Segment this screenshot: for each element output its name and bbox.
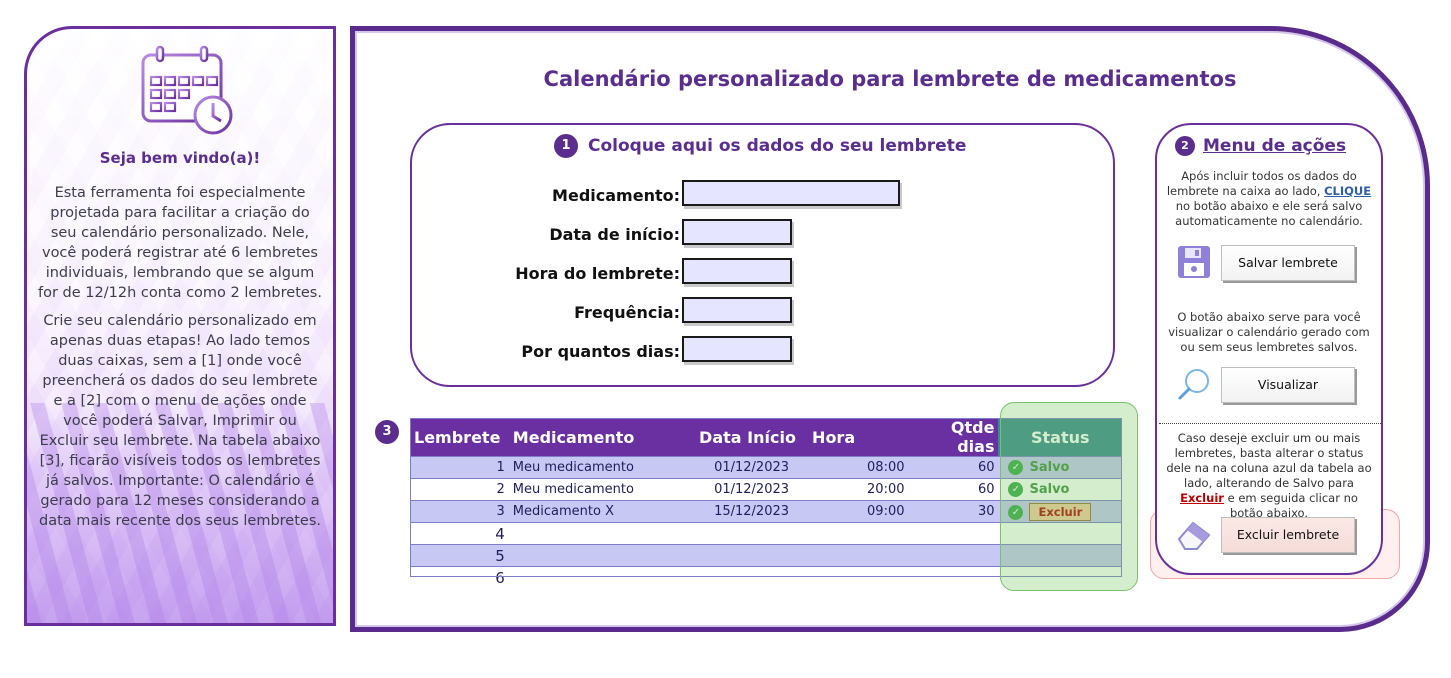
cell-medicamento: Meu medicamento bbox=[508, 456, 696, 479]
check-icon: ✓ bbox=[1008, 504, 1024, 520]
row-number: 4 bbox=[410, 522, 509, 545]
frequencia-input[interactable] bbox=[682, 297, 792, 323]
main-frame: Calendário personalizado para lembrete d… bbox=[350, 26, 1430, 632]
cell-data: 01/12/2023 bbox=[695, 478, 809, 501]
row-hora: Hora do lembrete: bbox=[412, 258, 892, 288]
table-row: 6 bbox=[410, 566, 1122, 588]
cell-status[interactable] bbox=[998, 566, 1122, 588]
welcome-text: Esta ferramenta foi especialmente projet… bbox=[37, 183, 323, 539]
form-header: 1 Coloque aqui os dados do seu lembrete bbox=[554, 134, 966, 158]
welcome-paragraph-1: Esta ferramenta foi especialmente projet… bbox=[38, 185, 322, 301]
welcome-panel: Seja bem vindo(a)! Esta ferramenta foi e… bbox=[24, 26, 336, 626]
cell-dias: 60 bbox=[908, 478, 999, 501]
cell-hora: 08:00 bbox=[808, 456, 909, 479]
col-medicamento: Medicamento bbox=[508, 418, 696, 457]
cell-data: 15/12/2023 bbox=[695, 500, 809, 523]
row-number: 3 bbox=[410, 500, 509, 523]
welcome-paragraph-2: Crie seu calendário personalizado em ape… bbox=[38, 313, 321, 529]
save-button[interactable]: Salvar lembrete bbox=[1221, 245, 1355, 281]
col-qtde-dias: Qtde dias bbox=[908, 418, 999, 457]
col-lembrete: Lembrete bbox=[410, 418, 509, 457]
save-instructions-b: no botão abaixo e ele será salvo automat… bbox=[1175, 199, 1363, 228]
table-row: 4 bbox=[410, 522, 1122, 545]
medicamento-input[interactable] bbox=[682, 180, 900, 206]
col-hora: Hora bbox=[808, 418, 909, 457]
row-number: 5 bbox=[410, 544, 509, 567]
cell-status[interactable] bbox=[998, 544, 1122, 567]
label-data-inicio: Data de início: bbox=[549, 225, 680, 244]
col-data-inicio: Data Início bbox=[695, 418, 809, 457]
row-frequencia: Frequência: bbox=[412, 297, 892, 327]
delete-instructions: Caso deseje excluir um ou mais lembretes… bbox=[1165, 431, 1373, 521]
reminders-table: Lembrete Medicamento Data Início Hora Qt… bbox=[410, 418, 1122, 588]
excluir-emphasis: Excluir bbox=[1180, 491, 1224, 505]
row-data-inicio: Data de início: bbox=[412, 219, 892, 249]
check-icon: ✓ bbox=[1008, 482, 1024, 497]
step-3-badge: 3 bbox=[375, 420, 399, 444]
view-instructions: O botão abaixo serve para você visualiza… bbox=[1168, 310, 1370, 354]
cell-status[interactable]: ✓ Salvo bbox=[998, 478, 1122, 501]
delete-button[interactable]: Excluir lembrete bbox=[1221, 517, 1355, 553]
row-medicamento: Medicamento: bbox=[412, 180, 900, 210]
table-row: 2 Meu medicamento 01/12/2023 20:00 60 ✓ S… bbox=[410, 478, 1122, 501]
calendar-clock-icon bbox=[141, 45, 233, 135]
step-2-badge: 2 bbox=[1175, 136, 1195, 156]
label-frequencia: Frequência: bbox=[574, 303, 680, 322]
dias-input[interactable] bbox=[682, 336, 792, 362]
step-1-badge: 1 bbox=[554, 134, 578, 158]
magnifier-icon bbox=[1178, 369, 1209, 400]
actions-menu: 2 Menu de ações Após incluir todos os dad… bbox=[1155, 123, 1383, 575]
label-hora: Hora do lembrete: bbox=[515, 264, 680, 283]
hora-input[interactable] bbox=[682, 258, 792, 284]
col-status: Status bbox=[998, 418, 1122, 457]
page-title: Calendário personalizado para lembrete d… bbox=[543, 67, 1237, 91]
table-row: 1 Meu medicamento 01/12/2023 08:00 60 ✓ S… bbox=[410, 456, 1122, 479]
cell-dias: 60 bbox=[908, 456, 999, 479]
delete-instructions-b: e em seguida clicar no botão abaixo. bbox=[1223, 491, 1358, 520]
actions-header: 2 Menu de ações bbox=[1175, 136, 1346, 156]
cell-status[interactable]: ✓ Salvo bbox=[998, 456, 1122, 479]
row-dias: Por quantos dias: bbox=[412, 336, 892, 366]
label-medicamento: Medicamento: bbox=[552, 186, 680, 205]
step-3-marker: 3 bbox=[375, 420, 399, 444]
delete-instructions-a: Caso deseje excluir um ou mais lembretes… bbox=[1166, 431, 1372, 490]
status-salvo: Salvo bbox=[1029, 460, 1070, 475]
floppy-disk-icon bbox=[1178, 246, 1210, 278]
row-number: 2 bbox=[410, 478, 509, 501]
table-row: 3 Medicamento X 15/12/2023 09:00 30 ✓ Exc… bbox=[410, 500, 1122, 523]
check-icon: ✓ bbox=[1008, 460, 1024, 475]
reminder-form: 1 Coloque aqui os dados do seu lembrete M… bbox=[410, 123, 1115, 387]
label-dias: Por quantos dias: bbox=[521, 342, 680, 361]
status-salvo: Salvo bbox=[1029, 482, 1070, 497]
cell-status[interactable] bbox=[998, 522, 1122, 545]
eraser-icon bbox=[1177, 521, 1211, 550]
row-number: 1 bbox=[410, 456, 509, 479]
actions-separator bbox=[1159, 423, 1381, 424]
data-inicio-input[interactable] bbox=[682, 219, 792, 245]
cell-hora: 09:00 bbox=[808, 500, 909, 523]
row-number: 6 bbox=[410, 566, 509, 588]
cell-status[interactable]: ✓ Excluir bbox=[998, 500, 1122, 523]
cell-hora: 20:00 bbox=[808, 478, 909, 501]
clique-link[interactable]: CLIQUE bbox=[1324, 184, 1371, 198]
cell-data: 01/12/2023 bbox=[695, 456, 809, 479]
visualizar-button[interactable]: Visualizar bbox=[1221, 367, 1355, 403]
cell-dias: 30 bbox=[908, 500, 999, 523]
save-instructions: Após incluir todos os dados do lembrete … bbox=[1165, 169, 1373, 229]
welcome-title: Seja bem vindo(a)! bbox=[99, 149, 261, 167]
cell-medicamento: Meu medicamento bbox=[508, 478, 696, 501]
actions-header-label: Menu de ações bbox=[1203, 136, 1347, 156]
form-header-label: Coloque aqui os dados do seu lembrete bbox=[588, 136, 967, 156]
cell-medicamento: Medicamento X bbox=[508, 500, 696, 523]
status-excluir[interactable]: Excluir bbox=[1029, 502, 1092, 521]
table-row: 5 bbox=[410, 544, 1122, 567]
